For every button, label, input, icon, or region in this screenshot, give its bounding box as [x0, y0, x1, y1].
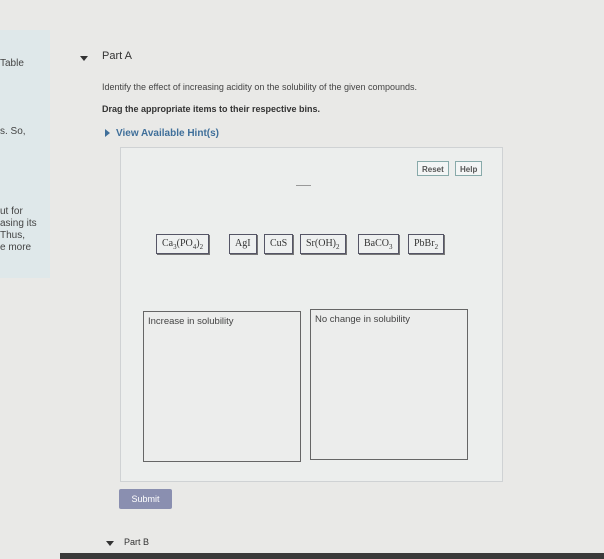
item-silver-iodide[interactable]: AgI: [229, 234, 257, 254]
bin-label: No change in solubility: [315, 314, 411, 325]
item-lead-bromide[interactable]: PbBr2: [408, 234, 445, 254]
hint-link-label: View Available Hint(s): [116, 128, 219, 139]
help-button[interactable]: Help: [455, 161, 483, 176]
drag-instruction: Drag the appropriate items to their resp…: [102, 104, 321, 114]
reset-button[interactable]: Reset: [417, 161, 449, 176]
question-instruction: Identify the effect of increasing acidit…: [102, 82, 418, 92]
bin-increase-in-solubility[interactable]: Increase in solubility: [143, 311, 301, 462]
expand-triangle-icon: [105, 129, 110, 138]
bin-label: Increase in solubility: [148, 316, 234, 327]
sidebar-text-3: asing its: [0, 218, 37, 229]
view-hints-link[interactable]: View Available Hint(s): [105, 128, 219, 139]
sidebar-text-1: s. So,: [0, 126, 26, 137]
item-barium-carbonate[interactable]: BaCO3: [358, 234, 399, 254]
collapse-caret-icon[interactable]: [80, 56, 88, 61]
sidebar-text-5: e more: [0, 242, 32, 253]
item-strontium-hydroxide[interactable]: Sr(OH)2: [300, 234, 346, 254]
item-copper-sulfide[interactable]: CuS: [264, 234, 294, 254]
bottom-bar: [60, 553, 604, 559]
part-b-title[interactable]: Part B: [124, 537, 149, 547]
sidebar-text-table: Table: [0, 58, 24, 69]
sidebar-text-2: ut for: [0, 206, 23, 217]
submit-button[interactable]: Submit: [119, 489, 172, 509]
collapse-caret-icon[interactable]: [106, 541, 114, 546]
part-a-title[interactable]: Part A: [102, 50, 132, 62]
item-calcium-phosphate[interactable]: Ca3(PO4)2: [156, 234, 210, 254]
sidebar-text-4: Thus,: [0, 230, 26, 241]
panel-divider: [296, 185, 311, 186]
bin-no-change-in-solubility[interactable]: No change in solubility: [310, 309, 468, 460]
